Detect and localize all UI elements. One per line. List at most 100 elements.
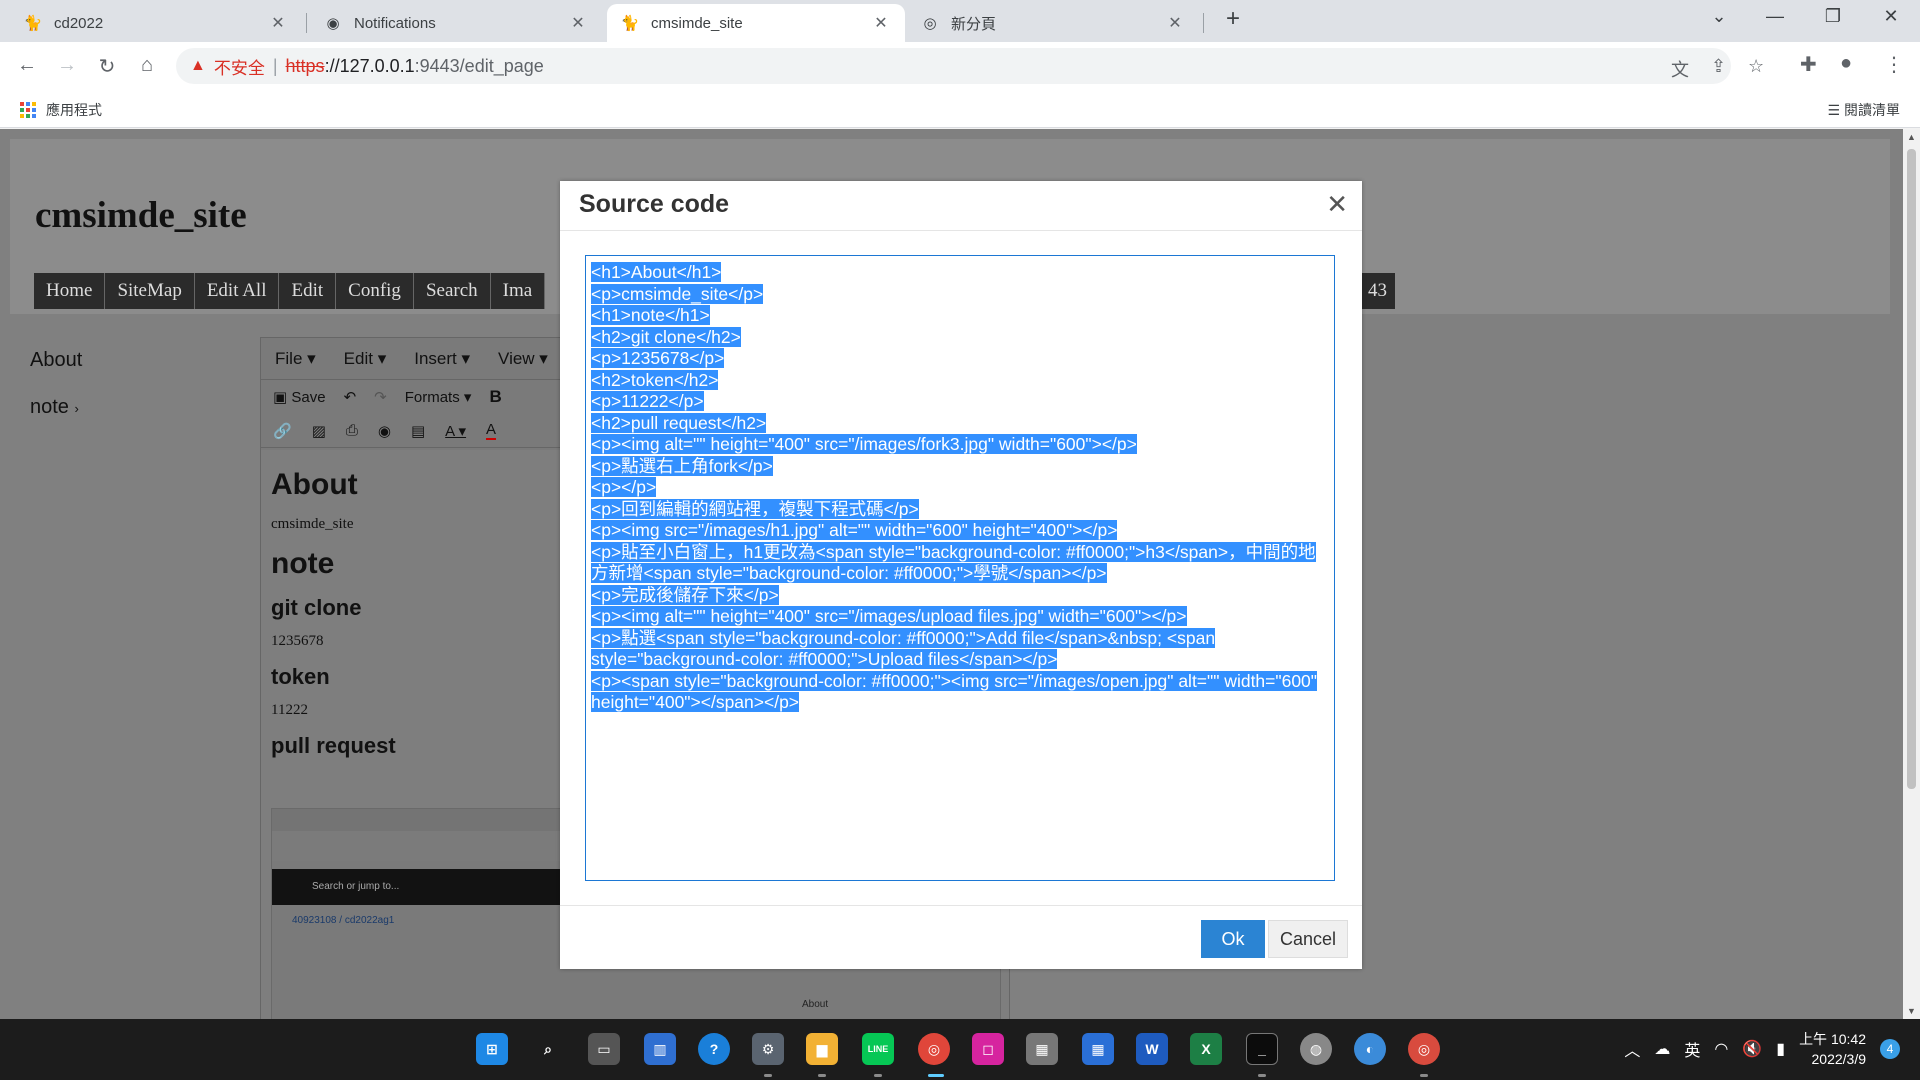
menu-port-tail[interactable]: 43 bbox=[1360, 273, 1395, 309]
notification-badge[interactable]: 4 bbox=[1880, 1039, 1900, 1059]
menu-config[interactable]: Config bbox=[336, 273, 414, 309]
menu-edit-dropdown[interactable]: Edit ▾ bbox=[344, 349, 387, 369]
home-icon[interactable]: ⌂ bbox=[134, 54, 160, 77]
mute-icon[interactable]: 🔇 bbox=[1742, 1039, 1762, 1059]
reload-icon[interactable]: ↻ bbox=[94, 54, 120, 79]
ime-indicator[interactable]: 英 bbox=[1684, 1037, 1700, 1061]
clock[interactable]: 上午 10:42 2022/3/9 bbox=[1799, 1029, 1866, 1069]
page-scrollbar[interactable]: ▲ ▼ bbox=[1903, 129, 1920, 1019]
source-line: <p>完成後儲存下來</p> bbox=[591, 584, 779, 605]
tab-new-tab[interactable]: ◎ 新分頁 ✕ bbox=[907, 4, 1199, 42]
reading-list[interactable]: ☰ 閱讀清單 bbox=[1828, 100, 1900, 120]
image-icon[interactable]: ▨ bbox=[312, 422, 326, 440]
background-color-icon[interactable]: A bbox=[486, 421, 497, 440]
menu-home[interactable]: Home bbox=[34, 273, 106, 309]
scrollbar-thumb[interactable] bbox=[1907, 149, 1916, 789]
restore-button[interactable]: ❐ bbox=[1818, 6, 1848, 27]
tab-cd2022[interactable]: 🐈 cd2022 ✕ bbox=[10, 4, 302, 42]
undo-icon[interactable]: ↶ bbox=[344, 388, 357, 406]
tab-separator bbox=[306, 13, 307, 33]
apps-shortcut[interactable]: 應用程式 bbox=[20, 100, 102, 120]
source-line: <p><img alt="" height="400" src="/images… bbox=[591, 606, 1187, 626]
close-icon[interactable]: ✕ bbox=[1326, 189, 1348, 220]
settings-icon[interactable]: ⚙ bbox=[752, 1033, 784, 1065]
tab-notifications[interactable]: ◉ Notifications ✕ bbox=[310, 4, 602, 42]
menu-insert[interactable]: Insert ▾ bbox=[414, 349, 470, 369]
ok-button[interactable]: Ok bbox=[1201, 920, 1265, 958]
close-icon[interactable]: ✕ bbox=[1165, 13, 1185, 33]
bookmark-star-icon[interactable]: ☆ bbox=[1748, 56, 1764, 77]
print-icon[interactable]: ⎙ bbox=[346, 422, 358, 439]
close-icon[interactable]: ✕ bbox=[871, 13, 891, 33]
calculator-icon[interactable]: ▦ bbox=[1026, 1033, 1058, 1065]
preview-icon[interactable]: ◉ bbox=[378, 422, 391, 440]
menu-search[interactable]: Search bbox=[414, 273, 491, 309]
sidebar-item-about[interactable]: About bbox=[30, 349, 82, 372]
scroll-up-icon[interactable]: ▲ bbox=[1907, 132, 1916, 142]
menu-file[interactable]: File ▾ bbox=[275, 349, 316, 369]
chrome-profile-icon[interactable]: ◎ bbox=[1408, 1033, 1440, 1065]
embedded-repo-name: 40923108 / cd2022ag1 bbox=[292, 915, 395, 926]
site-title: cmsimde_site bbox=[35, 195, 247, 236]
minimize-button[interactable]: — bbox=[1760, 6, 1790, 27]
instagram-icon[interactable]: ◻ bbox=[972, 1033, 1004, 1065]
globe-app-icon[interactable]: ◍ bbox=[1300, 1033, 1332, 1065]
chevron-up-icon[interactable]: ︿ bbox=[1624, 1037, 1640, 1061]
task-view-icon[interactable]: ▭ bbox=[588, 1033, 620, 1065]
calendar-icon[interactable]: ▦ bbox=[1082, 1033, 1114, 1065]
source-line: <p>點選<span style="background-color: #ff0… bbox=[591, 627, 1216, 648]
close-window-button[interactable]: ✕ bbox=[1876, 6, 1906, 27]
tab-cmsimde-site[interactable]: 🐈 cmsimde_site ✕ bbox=[607, 4, 905, 42]
address-bar[interactable]: ▲ 不安全 | https ://127.0.0.1 :9443/edit_pa… bbox=[176, 48, 1764, 84]
line-icon[interactable]: LINE bbox=[862, 1033, 894, 1065]
link-icon[interactable]: 🔗 bbox=[273, 422, 292, 440]
forward-icon[interactable]: → bbox=[54, 54, 80, 77]
start-icon[interactable]: ⊞ bbox=[476, 1033, 508, 1065]
text-color-icon[interactable]: A ▾ bbox=[445, 422, 466, 440]
cancel-button[interactable]: Cancel bbox=[1268, 920, 1348, 958]
formats-dropdown[interactable]: Formats ▾ bbox=[405, 388, 472, 406]
share-icon[interactable]: ⇪ bbox=[1711, 56, 1726, 77]
cloud-icon[interactable]: ☁ bbox=[1654, 1039, 1670, 1059]
source-code-dialog: Source code ✕ <h1>About</h1> <p>cmsimde_… bbox=[560, 181, 1362, 969]
apps-grid-icon bbox=[20, 102, 36, 118]
menu-edit[interactable]: Edit bbox=[279, 273, 337, 309]
new-tab-button[interactable]: + bbox=[1218, 5, 1248, 33]
close-icon[interactable]: ✕ bbox=[268, 13, 288, 33]
back-icon[interactable]: ← bbox=[14, 54, 40, 77]
chrome-icon[interactable]: ◎ bbox=[918, 1033, 950, 1065]
file-explorer-icon[interactable]: ▆ bbox=[806, 1033, 838, 1065]
maps-app-icon[interactable]: ◐ bbox=[1354, 1033, 1386, 1065]
help-icon[interactable]: ? bbox=[698, 1033, 730, 1065]
terminal-icon[interactable]: _ bbox=[1246, 1033, 1278, 1065]
source-line: <h2>token</h2> bbox=[591, 369, 719, 390]
save-icon: ▣ bbox=[273, 389, 288, 406]
menu-kebab-icon[interactable]: ⋮ bbox=[1884, 52, 1904, 77]
menu-sitemap[interactable]: SiteMap bbox=[105, 273, 195, 309]
redo-icon[interactable]: ↷ bbox=[374, 388, 387, 406]
close-icon[interactable]: ✕ bbox=[568, 13, 588, 33]
tab-search-icon[interactable]: ⌄ bbox=[1704, 6, 1734, 27]
extensions-icon[interactable]: ✚ bbox=[1800, 52, 1817, 77]
media-icon[interactable]: ▤ bbox=[411, 422, 425, 440]
menu-edit-all[interactable]: Edit All bbox=[195, 273, 280, 309]
search-icon[interactable]: ⌕ bbox=[532, 1033, 564, 1065]
scroll-down-icon[interactable]: ▼ bbox=[1907, 1006, 1916, 1016]
source-code-textarea[interactable]: <h1>About</h1> <p>cmsimde_site</p> <h1>n… bbox=[585, 255, 1335, 881]
wifi-icon[interactable]: ◠ bbox=[1714, 1039, 1728, 1059]
translate-icon[interactable]: 文 bbox=[1671, 56, 1689, 82]
source-line: 方新增<span style="background-color: #ff000… bbox=[591, 563, 1107, 583]
excel-icon[interactable]: X bbox=[1190, 1033, 1222, 1065]
menu-images[interactable]: Ima bbox=[491, 273, 546, 309]
battery-icon[interactable]: ▮ bbox=[1776, 1039, 1785, 1059]
save-button[interactable]: ▣ Save bbox=[273, 388, 326, 406]
profile-icon[interactable]: ● bbox=[1840, 52, 1852, 75]
menu-view[interactable]: View ▾ bbox=[498, 349, 548, 369]
source-line: style="background-color: #ff0000;">Uploa… bbox=[591, 649, 1058, 669]
widgets-icon[interactable]: ▥ bbox=[644, 1033, 676, 1065]
embedded-about: About bbox=[802, 999, 829, 1010]
sidebar-item-note[interactable]: note › bbox=[30, 396, 82, 419]
word-icon[interactable]: W bbox=[1136, 1033, 1168, 1065]
reading-list-icon: ☰ bbox=[1827, 102, 1844, 118]
bold-button[interactable]: B bbox=[489, 387, 501, 407]
